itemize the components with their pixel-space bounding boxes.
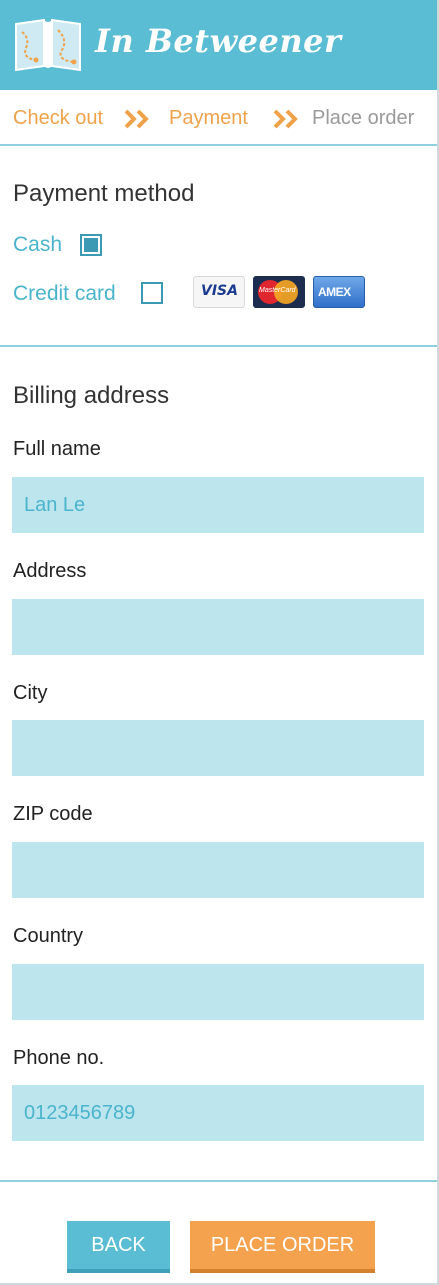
phone-label: Phone no. <box>13 1047 105 1069</box>
visa-card-icon: VISA <box>193 276 245 308</box>
city-label: City <box>13 682 48 704</box>
amex-card-icon: AMEX <box>313 276 365 308</box>
country-label: Country <box>13 925 84 947</box>
section-divider <box>0 1180 437 1182</box>
address-label: Address <box>13 560 87 582</box>
app-header: In Betweener <box>0 0 437 90</box>
mastercard-icon: MasterCard <box>253 276 305 308</box>
book-logo-icon <box>15 18 81 72</box>
cash-label[interactable]: Cash <box>13 233 62 257</box>
breadcrumb: Check out Payment Place order <box>0 90 437 146</box>
phone-field[interactable] <box>12 1085 424 1141</box>
credit-card-checkbox[interactable] <box>141 282 163 304</box>
place-order-button[interactable]: PLACE ORDER <box>190 1221 375 1269</box>
full-name-label: Full name <box>13 438 101 460</box>
zip-code-label: ZIP code <box>13 803 93 825</box>
section-divider <box>0 345 437 347</box>
country-field[interactable] <box>12 964 424 1020</box>
step-checkout[interactable]: Check out <box>13 107 103 130</box>
back-button[interactable]: BACK <box>67 1221 170 1269</box>
cash-checkbox[interactable] <box>80 234 102 256</box>
chevron-right-icon <box>273 109 298 129</box>
step-payment[interactable]: Payment <box>169 107 248 130</box>
payment-method-title: Payment method <box>13 180 195 207</box>
app-title: In Betweener <box>95 22 342 60</box>
zip-code-field[interactable] <box>12 842 424 898</box>
billing-address-title: Billing address <box>13 382 170 409</box>
credit-card-label[interactable]: Credit card <box>13 282 116 306</box>
full-name-field[interactable] <box>12 477 424 533</box>
address-field[interactable] <box>12 599 424 655</box>
chevron-right-icon <box>124 109 149 129</box>
city-field[interactable] <box>12 720 424 776</box>
step-place-order: Place order <box>312 107 415 129</box>
